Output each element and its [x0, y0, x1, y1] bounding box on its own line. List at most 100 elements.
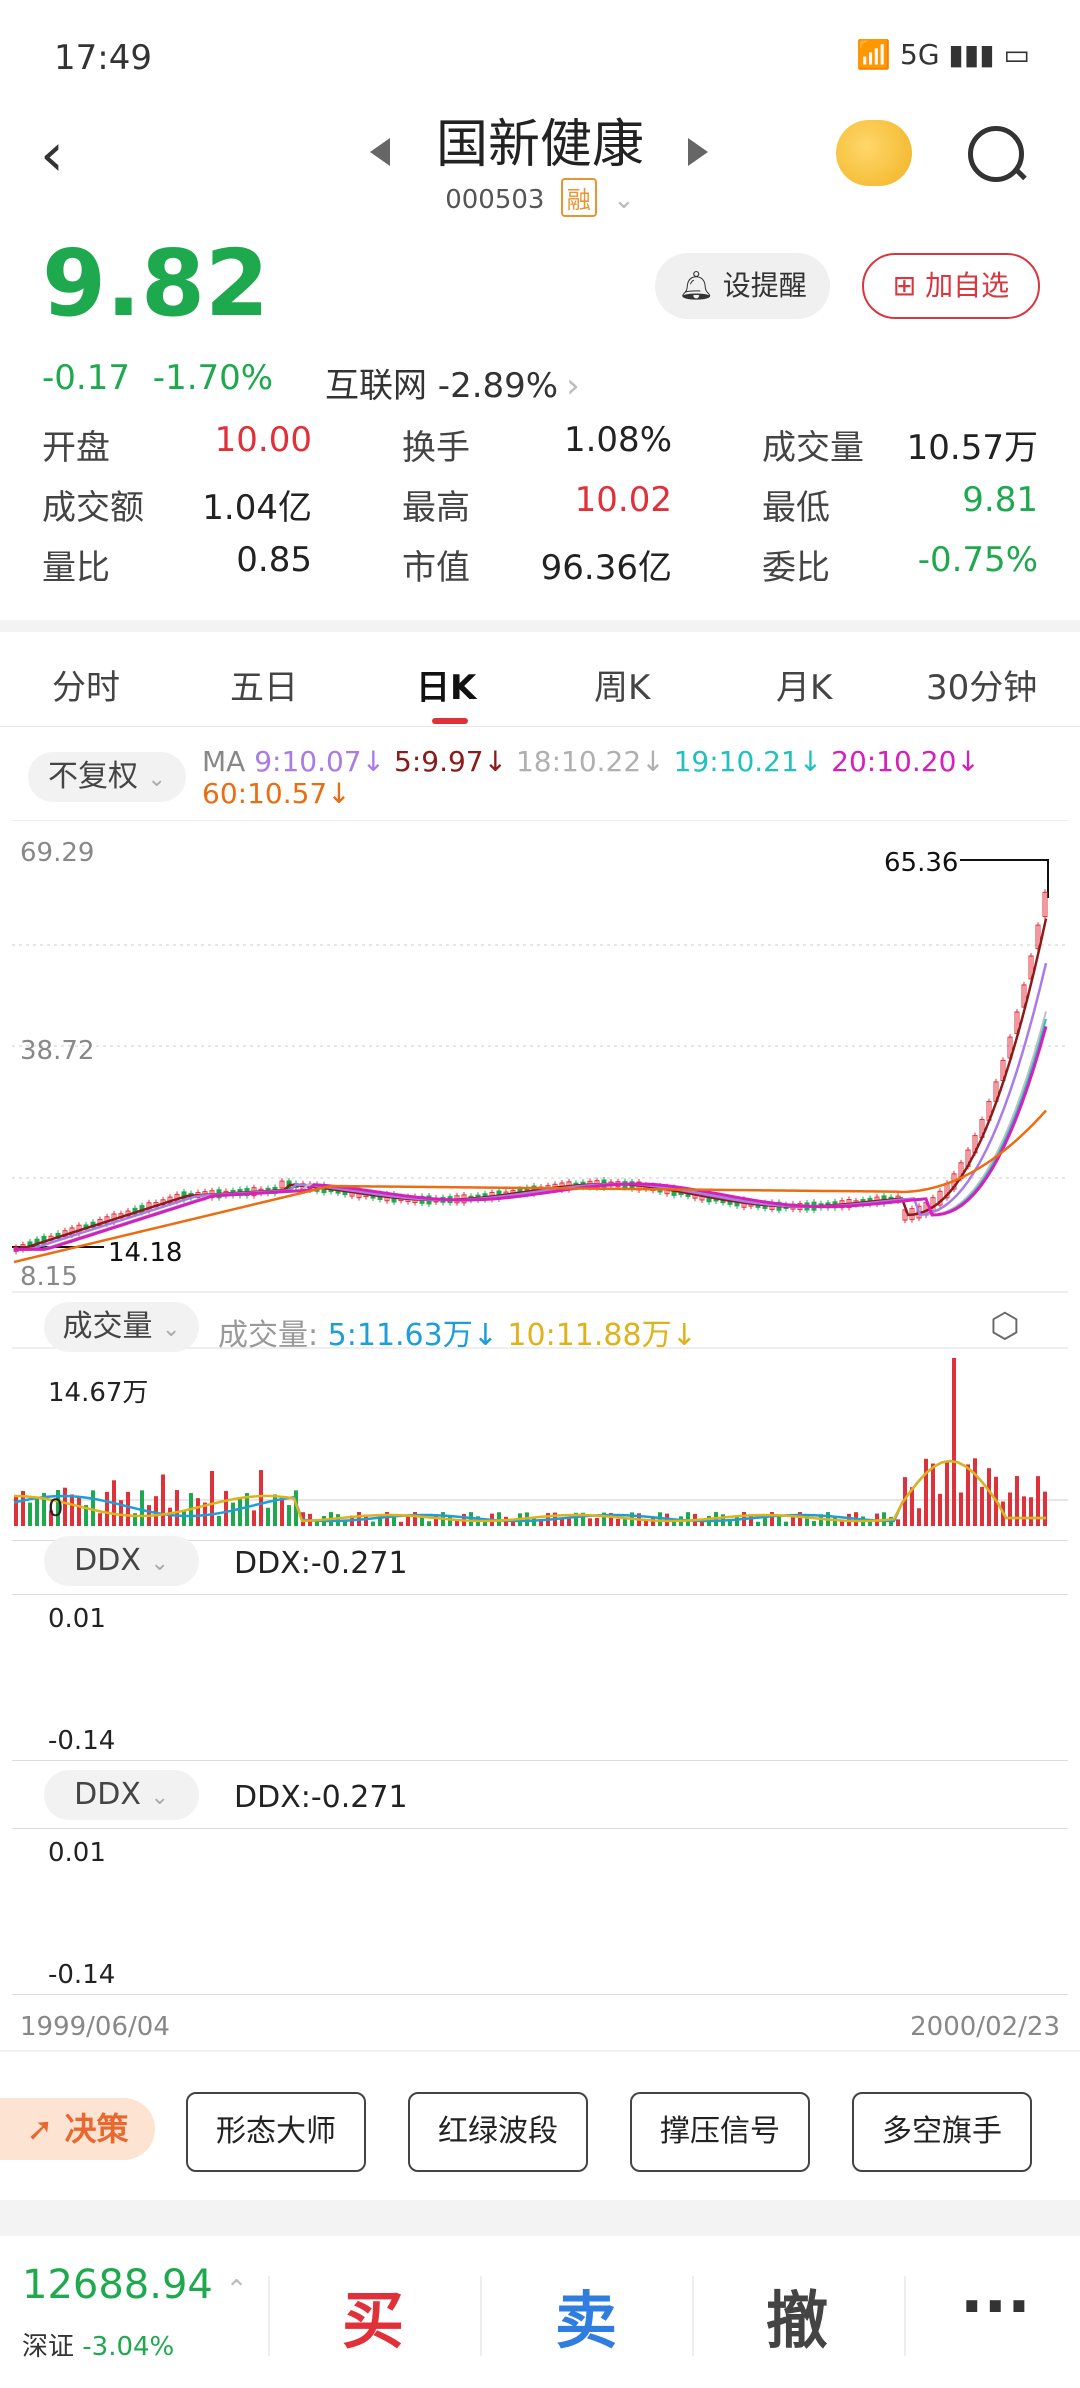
sector-label: 互联网 -2.89% — [325, 366, 559, 406]
volume-bar — [126, 1491, 130, 1526]
volume-selector[interactable]: 成交量 ⌄ — [44, 1302, 199, 1352]
volume-bar — [280, 1496, 284, 1526]
volume-bar — [98, 1513, 102, 1526]
volume-bar — [238, 1498, 242, 1526]
price-change: -0.17 -1.70% — [42, 358, 273, 398]
volume-bar — [371, 1521, 375, 1526]
stock-code-row[interactable]: 000503 融 ⌄ — [0, 178, 1080, 217]
stat-value: 0.85 — [236, 540, 312, 580]
volume-bar — [175, 1490, 179, 1526]
tab-4[interactable]: 月K — [776, 660, 832, 709]
search-icon[interactable] — [968, 126, 1024, 182]
stat-value: 10.00 — [214, 420, 312, 460]
index-value[interactable]: 12688.94 ⌃ — [22, 2262, 247, 2308]
mascot-icon[interactable] — [836, 120, 912, 186]
stat-label: 量比 — [42, 548, 110, 588]
ddx-axis-top: 0.01 — [48, 1604, 106, 1634]
stat-value: 9.81 — [962, 480, 1038, 520]
adjust-label: 不复权 — [48, 759, 138, 794]
ddx-pill-label: DDX — [74, 1543, 141, 1578]
tab-2[interactable]: 日K — [416, 660, 476, 709]
ddx-selector[interactable]: DDX ⌄ — [44, 1770, 199, 1820]
tab-0[interactable]: 分时 — [52, 660, 120, 709]
volume-label: 成交量: — [218, 1318, 319, 1353]
divider — [480, 2276, 482, 2356]
volume-bar — [231, 1502, 235, 1526]
stat-label: 换手 — [402, 428, 470, 468]
ma18-value: 18:10.22↓ — [515, 745, 665, 778]
tab-1[interactable]: 五日 — [230, 660, 298, 709]
divider — [12, 1760, 1068, 1761]
volume-bar — [1008, 1492, 1012, 1526]
vol5-value: 5:11.63万↓ — [327, 1318, 498, 1353]
stat-value: 1.04亿 — [202, 488, 312, 528]
stat-label: 成交量 — [762, 428, 864, 468]
stock-code: 000503 — [445, 185, 545, 215]
volume-bar — [161, 1474, 165, 1526]
tool-label: 形态大师 — [216, 2114, 336, 2149]
tool-support-resistance[interactable]: 撑压信号 — [630, 2092, 810, 2172]
next-stock-icon[interactable] — [688, 138, 708, 166]
ma19-line — [14, 1018, 1047, 1251]
volume-bar — [931, 1463, 935, 1526]
tool-bar: ➚ 决策 形态大师 红绿波段 撑压信号 多空旗手 — [0, 2090, 1080, 2180]
tab-3[interactable]: 周K — [594, 660, 650, 709]
volume-bar — [980, 1486, 984, 1526]
tab-5[interactable]: 30分钟 — [926, 660, 1037, 709]
volume-bar — [259, 1470, 263, 1526]
volume-bar — [14, 1496, 18, 1526]
tool-pattern-master[interactable]: 形态大师 — [186, 2092, 366, 2172]
buy-button[interactable]: 买 — [342, 2270, 404, 2360]
sector-link[interactable]: 互联网 -2.89% › — [325, 358, 580, 407]
settings-icon[interactable]: ⬡ — [990, 1306, 1020, 1346]
set-alert-button[interactable]: 🔔︎ 设提醒 — [655, 253, 830, 319]
volume-bar — [168, 1507, 172, 1526]
volume-bar — [63, 1487, 67, 1526]
more-button[interactable]: ··· — [960, 2270, 1031, 2343]
stat-label: 委比 — [762, 548, 830, 588]
volume-bar — [210, 1470, 214, 1526]
low-marker: 14.18 — [108, 1238, 183, 1268]
stat-label: 最高 — [402, 488, 470, 528]
price-axis-mid: 38.72 — [20, 1036, 95, 1066]
volume-bar — [595, 1517, 599, 1526]
decision-button[interactable]: ➚ 决策 — [0, 2098, 155, 2160]
status-time: 17:49 — [54, 38, 152, 78]
change-pct: -1.70% — [152, 358, 274, 398]
decision-label: 决策 — [64, 2110, 129, 2148]
stat-label: 市值 — [402, 548, 470, 588]
volume-bar — [70, 1494, 74, 1526]
status-bar: 17:49 📶 5G ▮▮▮ ▭ — [0, 30, 1080, 90]
volume-bar — [952, 1358, 956, 1526]
index-label: 深证 — [22, 2332, 75, 2362]
volume-bar — [588, 1518, 592, 1526]
volume-bar — [224, 1490, 228, 1526]
volume-bar — [938, 1493, 942, 1526]
ddx-selector[interactable]: DDX ⌄ — [44, 1536, 199, 1586]
sell-button[interactable]: 卖 — [555, 2270, 617, 2360]
ddx-value: DDX:-0.271 — [234, 1546, 408, 1581]
ma9-line — [14, 962, 1048, 1251]
tool-red-green-band[interactable]: 红绿波段 — [408, 2092, 588, 2172]
chevron-up-icon: ⌃ — [225, 2275, 248, 2305]
volume-bar — [616, 1518, 620, 1526]
volume-bar — [945, 1461, 949, 1526]
kline-chart[interactable] — [0, 820, 1080, 2020]
high-marker-line — [960, 859, 1049, 898]
divider — [0, 2200, 1080, 2236]
tool-label: 撑压信号 — [660, 2114, 780, 2149]
cancel-order-button[interactable]: 撤 — [766, 2270, 828, 2360]
volume-bar — [924, 1458, 928, 1526]
volume-pill-label: 成交量 — [62, 1309, 153, 1344]
divider — [268, 2276, 270, 2356]
adjust-selector[interactable]: 不复权 ⌄ — [28, 752, 186, 802]
volume-bar — [77, 1496, 81, 1526]
add-favorite-button[interactable]: ⊞ 加自选 — [862, 253, 1040, 319]
tool-label: 多空旗手 — [882, 2114, 1002, 2149]
ma19-value: 19:10.21↓ — [673, 745, 823, 778]
chevron-down-icon: ⌄ — [150, 1551, 169, 1576]
chevron-down-icon: ⌄ — [613, 185, 635, 215]
ddx-axis-bottom: -0.14 — [48, 1726, 116, 1756]
price-axis-top: 69.29 — [20, 838, 95, 868]
tool-long-short[interactable]: 多空旗手 — [852, 2092, 1032, 2172]
